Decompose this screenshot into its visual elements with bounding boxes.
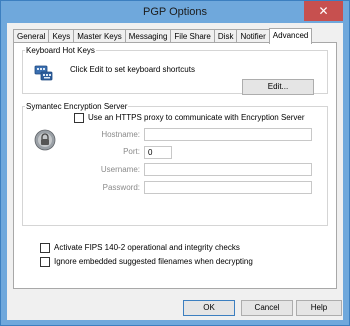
tab-messaging[interactable]: Messaging: [124, 29, 172, 43]
https-proxy-checkbox[interactable]: [74, 113, 84, 123]
tab-notifier[interactable]: Notifier: [236, 29, 270, 43]
advanced-tab-panel: Keyboard Hot Keys Click Edit to set keyb…: [13, 42, 337, 289]
port-field[interactable]: 0: [144, 146, 172, 159]
https-proxy-label: Use an HTTPS proxy to communicate with E…: [88, 113, 305, 122]
password-field[interactable]: [144, 181, 312, 194]
fips-label: Activate FIPS 140-2 operational and inte…: [54, 243, 240, 252]
port-label: Port:: [123, 147, 140, 156]
tab-disk[interactable]: Disk: [213, 29, 238, 43]
hotkeys-group-title: Keyboard Hot Keys: [26, 46, 95, 55]
window-title: PGP Options: [143, 6, 207, 18]
tab-keys[interactable]: Keys: [48, 29, 75, 43]
ignore-filenames-label: Ignore embedded suggested filenames when…: [54, 257, 253, 266]
dialog-client-area: General Keys Master Keys Messaging File …: [7, 23, 343, 320]
edit-hotkeys-button[interactable]: Edit...: [242, 79, 314, 95]
tab-general[interactable]: General: [13, 29, 50, 43]
tab-advanced[interactable]: Advanced: [268, 28, 313, 44]
fips-checkbox[interactable]: [40, 243, 50, 253]
hostname-field[interactable]: [144, 128, 312, 141]
tab-master-keys[interactable]: Master Keys: [73, 29, 126, 43]
ignore-filenames-checkbox[interactable]: [40, 257, 50, 267]
password-label: Password:: [102, 183, 140, 192]
username-field[interactable]: [144, 163, 312, 176]
keyboard-icon: [34, 62, 54, 82]
help-button[interactable]: Help: [296, 300, 342, 316]
pgp-options-window: PGP Options ✕ General Keys Master Keys M…: [0, 0, 350, 326]
lock-icon: [34, 129, 56, 151]
hostname-label: Hostname:: [101, 130, 140, 139]
username-label: Username:: [100, 165, 140, 174]
close-icon: ✕: [318, 4, 329, 18]
tab-file-share[interactable]: File Share: [170, 29, 215, 43]
close-button[interactable]: ✕: [304, 1, 343, 21]
hotkeys-description: Click Edit to set keyboard shortcuts: [70, 65, 195, 74]
cancel-button[interactable]: Cancel: [241, 300, 293, 316]
encryption-server-group-title: Symantec Encryption Server: [26, 102, 128, 111]
tab-strip: General Keys Master Keys Messaging File …: [13, 28, 313, 44]
ok-button[interactable]: OK: [183, 300, 235, 316]
title-bar: PGP Options ✕: [1, 1, 349, 23]
